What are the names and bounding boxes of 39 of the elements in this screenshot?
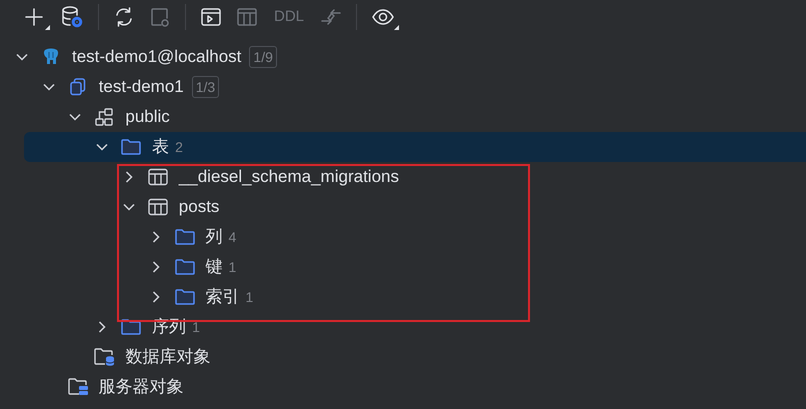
folder-icon xyxy=(174,287,196,307)
tree-row[interactable]: posts xyxy=(0,192,806,222)
tree-row[interactable]: 键 1 xyxy=(0,252,806,282)
tree-row[interactable]: test-demo1 1/3 xyxy=(0,72,806,102)
tree-row[interactable]: 列 4 xyxy=(0,222,806,252)
child-count: 4 xyxy=(228,228,236,246)
tree-row[interactable]: 数据库对象 xyxy=(0,342,806,372)
child-count: 1 xyxy=(228,258,236,276)
folder-icon xyxy=(120,137,142,157)
tree-row[interactable]: __diesel_schema_migrations xyxy=(0,162,806,192)
node-label: __diesel_schema_migrations xyxy=(178,166,399,188)
child-count: 2 xyxy=(175,138,183,156)
tree-row[interactable]: 索引 1 xyxy=(0,282,806,312)
node-label: test-demo1@localhost xyxy=(72,46,242,68)
child-count: 1 xyxy=(192,318,200,336)
folder-icon xyxy=(174,257,196,277)
tree-row[interactable]: public xyxy=(0,102,806,132)
node-label: public xyxy=(125,106,170,128)
node-label: 服务器对象 xyxy=(98,376,184,398)
node-label: 列 xyxy=(206,226,222,248)
count-badge: 1/9 xyxy=(249,46,277,68)
data-source-settings-button[interactable] xyxy=(60,4,84,30)
table-icon xyxy=(146,197,169,217)
folder-database-icon xyxy=(93,347,116,367)
tree-row[interactable]: test-demo1@localhost 1/9 xyxy=(0,42,806,72)
node-label: posts xyxy=(178,196,220,218)
node-label: test-demo1 xyxy=(98,76,184,98)
node-label: 数据库对象 xyxy=(125,346,210,368)
tree-row[interactable]: 表 2 xyxy=(24,132,806,162)
node-label: 键 xyxy=(206,256,222,278)
tree-row[interactable]: 服务器对象 xyxy=(0,372,806,402)
child-count: 1 xyxy=(246,288,254,306)
node-label: 表 xyxy=(152,136,170,158)
folder-icon xyxy=(174,227,196,247)
hierarchy-icon xyxy=(93,107,116,127)
count-badge: 1/3 xyxy=(192,76,220,98)
table-icon xyxy=(146,167,169,187)
folder-server-icon xyxy=(66,377,89,397)
node-label: 索引 xyxy=(206,286,240,308)
